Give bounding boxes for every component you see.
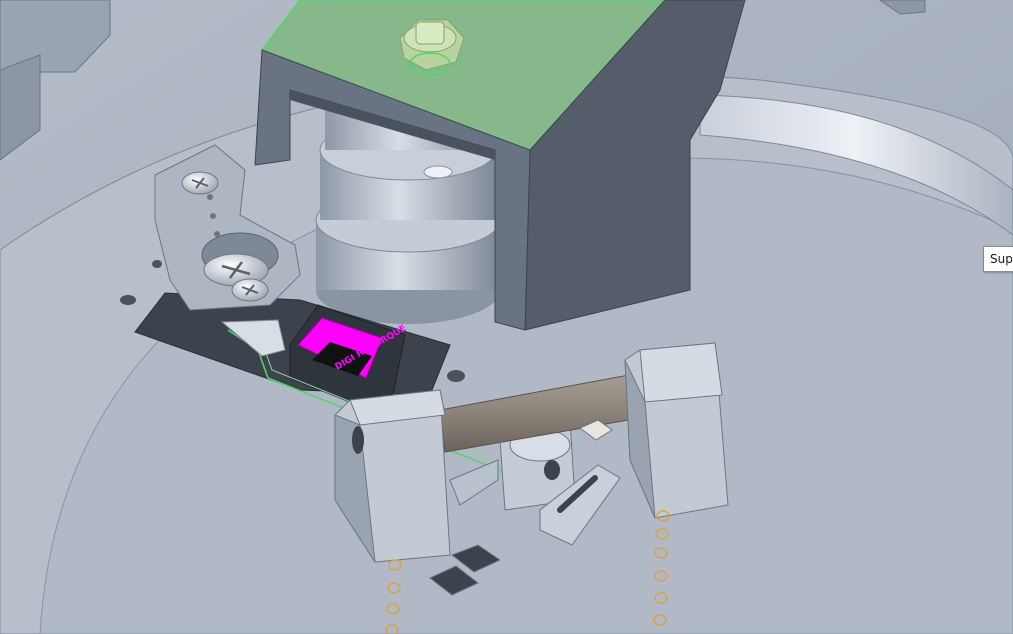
screw-head-icon[interactable] (231, 278, 269, 302)
model-viewport[interactable]: DIGI HI TORQUE Sup (0, 0, 1013, 634)
screw-head-icon[interactable] (181, 171, 219, 195)
hover-tooltip: Sup:l (983, 246, 1013, 272)
base-hole (152, 260, 162, 268)
base-hole (120, 295, 136, 305)
base-hole (447, 370, 465, 382)
model-scene[interactable]: DIGI HI TORQUE (0, 0, 1013, 634)
